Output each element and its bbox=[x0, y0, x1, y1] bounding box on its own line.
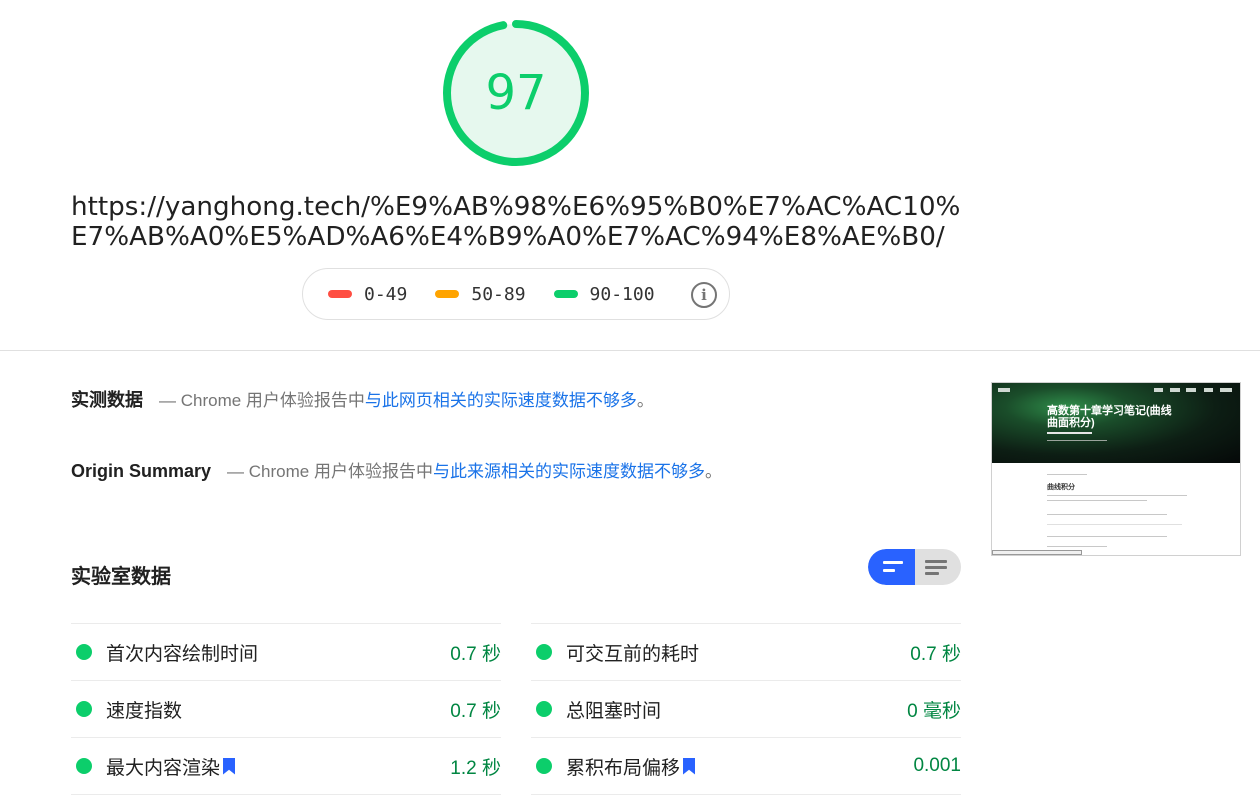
thumbnail-meta-line bbox=[1047, 440, 1107, 441]
metric-name: 首次内容绘制时间 bbox=[106, 643, 259, 665]
legend-swatch-red bbox=[328, 290, 352, 298]
pass-status-icon bbox=[76, 701, 92, 717]
pass-status-icon bbox=[76, 758, 92, 774]
thumbnail-nav-item bbox=[1186, 388, 1196, 392]
thumbnail-text-line bbox=[1047, 536, 1167, 537]
info-icon[interactable]: i bbox=[691, 282, 717, 308]
origin-summary-row: Origin Summary — Chrome 用户体验报告中 与此来源相关的实… bbox=[71, 457, 722, 482]
pass-status-icon bbox=[536, 644, 552, 660]
metric-name: 速度指数 bbox=[106, 700, 183, 722]
metric-name: 总阻塞时间 bbox=[566, 700, 662, 722]
metric-value: 0.7 秒 bbox=[910, 643, 961, 665]
thumbnail-text-line bbox=[1047, 546, 1107, 547]
thumbnail-nav-item bbox=[1204, 388, 1213, 392]
thumbnail-text-line bbox=[1047, 514, 1167, 515]
summary-view-button[interactable] bbox=[868, 549, 915, 585]
thumbnail-logo bbox=[998, 388, 1010, 392]
metric-value: 0.7 秒 bbox=[450, 700, 501, 722]
metric-first-contentful-paint[interactable]: 首次内容绘制时间 0.7 秒 bbox=[71, 623, 501, 680]
thumbnail-nav-item bbox=[1220, 388, 1232, 392]
metric-value: 0 毫秒 bbox=[907, 700, 961, 722]
bookmark-icon bbox=[683, 757, 696, 775]
origin-summary-suffix: 。 bbox=[704, 462, 722, 481]
metric-value: 1.2 秒 bbox=[450, 757, 501, 779]
legend-label: 90-100 bbox=[589, 283, 655, 305]
thumbnail-subtitle-line bbox=[1047, 432, 1092, 434]
field-data-desc: — Chrome 用户体验报告中 bbox=[159, 391, 365, 410]
legend-item-pass: 90-100 bbox=[553, 283, 655, 305]
thumbnail-text-line bbox=[1047, 474, 1087, 475]
thumbnail-status-bar bbox=[992, 550, 1082, 555]
section-divider bbox=[0, 350, 1260, 351]
metric-total-blocking-time[interactable]: 总阻塞时间 0 毫秒 bbox=[531, 680, 961, 737]
thumbnail-hero: 高数第十章学习笔记(曲线曲面积分) bbox=[992, 383, 1240, 463]
legend-swatch-orange bbox=[435, 290, 460, 298]
metric-name: 累积布局偏移 bbox=[566, 753, 696, 780]
field-data-row: 实测数据 — Chrome 用户体验报告中 与此网页相关的实际速度数据不够多 。 bbox=[71, 386, 654, 412]
pass-status-icon bbox=[76, 644, 92, 660]
legend-swatch-green bbox=[553, 290, 578, 298]
metric-value: 0.001 bbox=[913, 755, 961, 776]
field-data-link[interactable]: 与此网页相关的实际速度数据不够多 bbox=[365, 386, 637, 411]
lab-data-title: 实验室数据 bbox=[71, 566, 171, 588]
tested-url: https://yanghong.tech/%E9%AB%98%E6%95%B0… bbox=[71, 192, 961, 252]
legend-item-fail: 0-49 bbox=[328, 284, 407, 305]
score-value: 97 bbox=[485, 65, 547, 121]
thumbnail-nav-item bbox=[1154, 388, 1163, 392]
thumbnail-text-line bbox=[1047, 524, 1182, 525]
metric-time-to-interactive[interactable]: 可交互前的耗时 0.7 秒 bbox=[531, 623, 961, 680]
metric-divider bbox=[531, 794, 961, 795]
metric-name: 最大内容渲染 bbox=[106, 753, 236, 780]
metric-name: 可交互前的耗时 bbox=[566, 643, 700, 665]
metric-largest-contentful-paint[interactable]: 最大内容渲染 1.2 秒 bbox=[71, 737, 501, 794]
legend-label: 50-89 bbox=[471, 283, 526, 305]
metric-cumulative-layout-shift[interactable]: 累积布局偏移 0.001 bbox=[531, 737, 961, 794]
metric-divider bbox=[71, 794, 501, 795]
thumbnail-title: 高数第十章学习笔记(曲线曲面积分) bbox=[1047, 405, 1172, 429]
legend-item-average: 50-89 bbox=[435, 283, 526, 305]
list-view-icon[interactable] bbox=[925, 560, 947, 575]
metric-speed-index[interactable]: 速度指数 0.7 秒 bbox=[71, 680, 501, 737]
performance-score-gauge: 97 bbox=[441, 18, 591, 168]
thumbnail-text-line bbox=[1047, 495, 1187, 496]
thumbnail-text-line bbox=[1047, 500, 1147, 501]
field-data-suffix: 。 bbox=[636, 391, 654, 410]
pass-status-icon bbox=[536, 758, 552, 774]
page-screenshot-thumbnail[interactable]: 高数第十章学习笔记(曲线曲面积分) 曲线积分 bbox=[991, 382, 1241, 556]
pass-status-icon bbox=[536, 701, 552, 717]
thumbnail-nav-item bbox=[1170, 388, 1180, 392]
field-data-title: 实测数据 bbox=[71, 390, 143, 410]
summary-view-icon bbox=[883, 561, 903, 573]
metric-value: 0.7 秒 bbox=[450, 643, 501, 665]
origin-summary-desc: — Chrome 用户体验报告中 bbox=[227, 462, 433, 481]
legend-label: 0-49 bbox=[364, 283, 408, 305]
score-legend: 0-49 50-89 90-100 i bbox=[302, 268, 730, 320]
metric-view-toggle bbox=[868, 549, 961, 585]
origin-summary-link[interactable]: 与此来源相关的实际速度数据不够多 bbox=[433, 457, 705, 482]
bookmark-icon bbox=[223, 757, 236, 775]
origin-summary-title: Origin Summary bbox=[71, 461, 212, 481]
thumbnail-heading: 曲线积分 bbox=[1047, 484, 1075, 491]
